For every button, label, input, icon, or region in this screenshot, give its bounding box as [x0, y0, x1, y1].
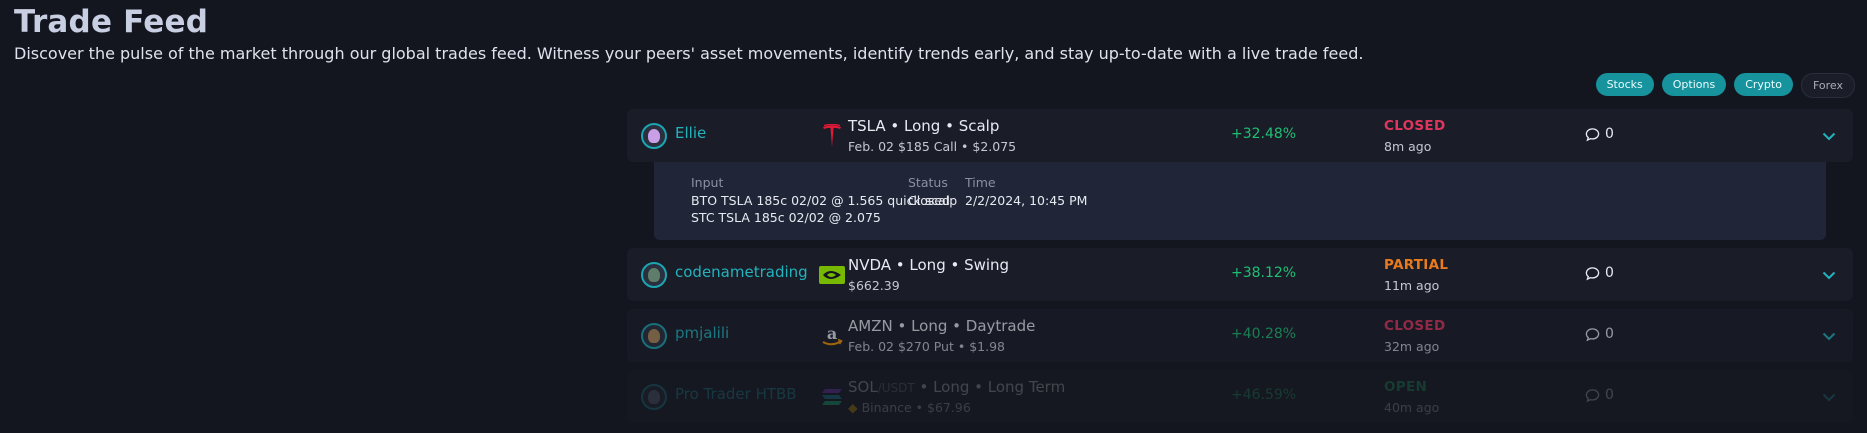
trade-username[interactable]: Pro Trader HTBB: [675, 385, 797, 403]
trade-detail: ◆ Binance • $67.96: [848, 400, 971, 415]
comments-button[interactable]: 0: [1585, 126, 1614, 142]
amazon-logo-icon: a: [819, 323, 845, 349]
time-label: Time: [965, 175, 996, 190]
filter-forex[interactable]: Forex: [1800, 73, 1855, 98]
comment-count: 0: [1605, 326, 1614, 342]
page-title: Trade Feed: [14, 4, 209, 40]
trade-detail: Feb. 02 $185 Call • $2.075: [848, 139, 1017, 154]
comments-button[interactable]: 0: [1585, 387, 1614, 403]
comment-icon: [1585, 266, 1600, 280]
trade-username[interactable]: codenametrading: [675, 263, 808, 281]
trade-headline: AMZN • Long • Daytrade: [848, 317, 1036, 335]
trade-detail: Feb. 02 $270 Put • $1.98: [848, 339, 1005, 354]
avatar[interactable]: [641, 262, 667, 288]
trade-row[interactable]: Ellie TSLA • Long • Scalp Feb. 02 $185 C…: [627, 109, 1853, 162]
trade-symbol: SOL: [848, 378, 878, 396]
filter-options[interactable]: Options: [1661, 73, 1727, 96]
nvidia-logo-icon: [819, 262, 845, 288]
trade-headline: TSLA • Long • Scalp: [848, 117, 1000, 135]
status-badge: OPEN: [1384, 379, 1428, 395]
filter-stocks[interactable]: Stocks: [1595, 73, 1654, 96]
trade-username[interactable]: Ellie: [675, 124, 706, 142]
trade-headline-rest: • Long • Long Term: [914, 378, 1066, 396]
comments-button[interactable]: 0: [1585, 326, 1614, 342]
status-badge: CLOSED: [1384, 118, 1446, 134]
trade-quote: /USDT: [877, 381, 915, 395]
filter-crypto[interactable]: Crypto: [1734, 73, 1793, 96]
avatar[interactable]: [641, 384, 667, 410]
trade-row[interactable]: codenametrading NVDA • Long • Swing $662…: [627, 248, 1853, 301]
trade-headline: SOL/USDT • Long • Long Term: [848, 378, 1065, 396]
trade-time-ago: 11m ago: [1384, 278, 1440, 293]
trade-return: +40.28%: [1231, 326, 1297, 342]
svg-text:a: a: [827, 324, 837, 343]
comment-count: 0: [1605, 126, 1614, 142]
comment-icon: [1585, 127, 1600, 141]
page-subtitle: Discover the pulse of the market through…: [14, 44, 1364, 63]
comments-button[interactable]: 0: [1585, 265, 1614, 281]
asset-filter-bar: Stocks Options Crypto Forex: [1595, 73, 1855, 98]
solana-logo-icon: [819, 384, 845, 410]
trade-row[interactable]: pmjalili a AMZN • Long • Daytrade Feb. 0…: [627, 309, 1853, 362]
trade-time-ago: 8m ago: [1384, 139, 1432, 154]
comment-icon: [1585, 327, 1600, 341]
status-badge: CLOSED: [1384, 318, 1446, 334]
trade-row[interactable]: Pro Trader HTBB SOL/USDT • Long • Long T…: [627, 370, 1853, 423]
status-badge: PARTIAL: [1384, 257, 1449, 273]
comment-icon: [1585, 388, 1600, 402]
avatar[interactable]: [641, 123, 667, 149]
trade-feed-list: Ellie TSLA • Long • Scalp Feb. 02 $185 C…: [627, 109, 1853, 431]
trade-username[interactable]: pmjalili: [675, 324, 729, 342]
trade-detail: $662.39: [848, 278, 900, 293]
avatar[interactable]: [641, 323, 667, 349]
exchange-icon: ◆: [848, 400, 862, 415]
trade-return: +32.48%: [1231, 126, 1297, 142]
status-value: Closed: [908, 193, 950, 208]
time-value: 2/2/2024, 10:45 PM: [965, 193, 1088, 208]
tesla-logo-icon: [819, 123, 845, 149]
trade-return: +38.12%: [1231, 265, 1297, 281]
comment-count: 0: [1605, 265, 1614, 281]
chevron-down-icon[interactable]: [1819, 326, 1839, 346]
chevron-down-icon[interactable]: [1819, 387, 1839, 407]
input-label: Input: [691, 175, 724, 190]
trade-time-ago: 32m ago: [1384, 339, 1440, 354]
trade-return: +46.59%: [1231, 387, 1297, 403]
chevron-down-icon[interactable]: [1819, 265, 1839, 285]
trade-detail-panel: Input BTO TSLA 185c 02/02 @ 1.565 quick …: [654, 162, 1826, 240]
comment-count: 0: [1605, 387, 1614, 403]
trade-headline: NVDA • Long • Swing: [848, 256, 1010, 274]
input-line: STC TSLA 185c 02/02 @ 2.075: [691, 210, 881, 225]
trade-time-ago: 40m ago: [1384, 400, 1440, 415]
status-label: Status: [908, 175, 948, 190]
trade-detail-text: Binance • $67.96: [861, 400, 971, 415]
chevron-down-icon[interactable]: [1819, 126, 1839, 146]
